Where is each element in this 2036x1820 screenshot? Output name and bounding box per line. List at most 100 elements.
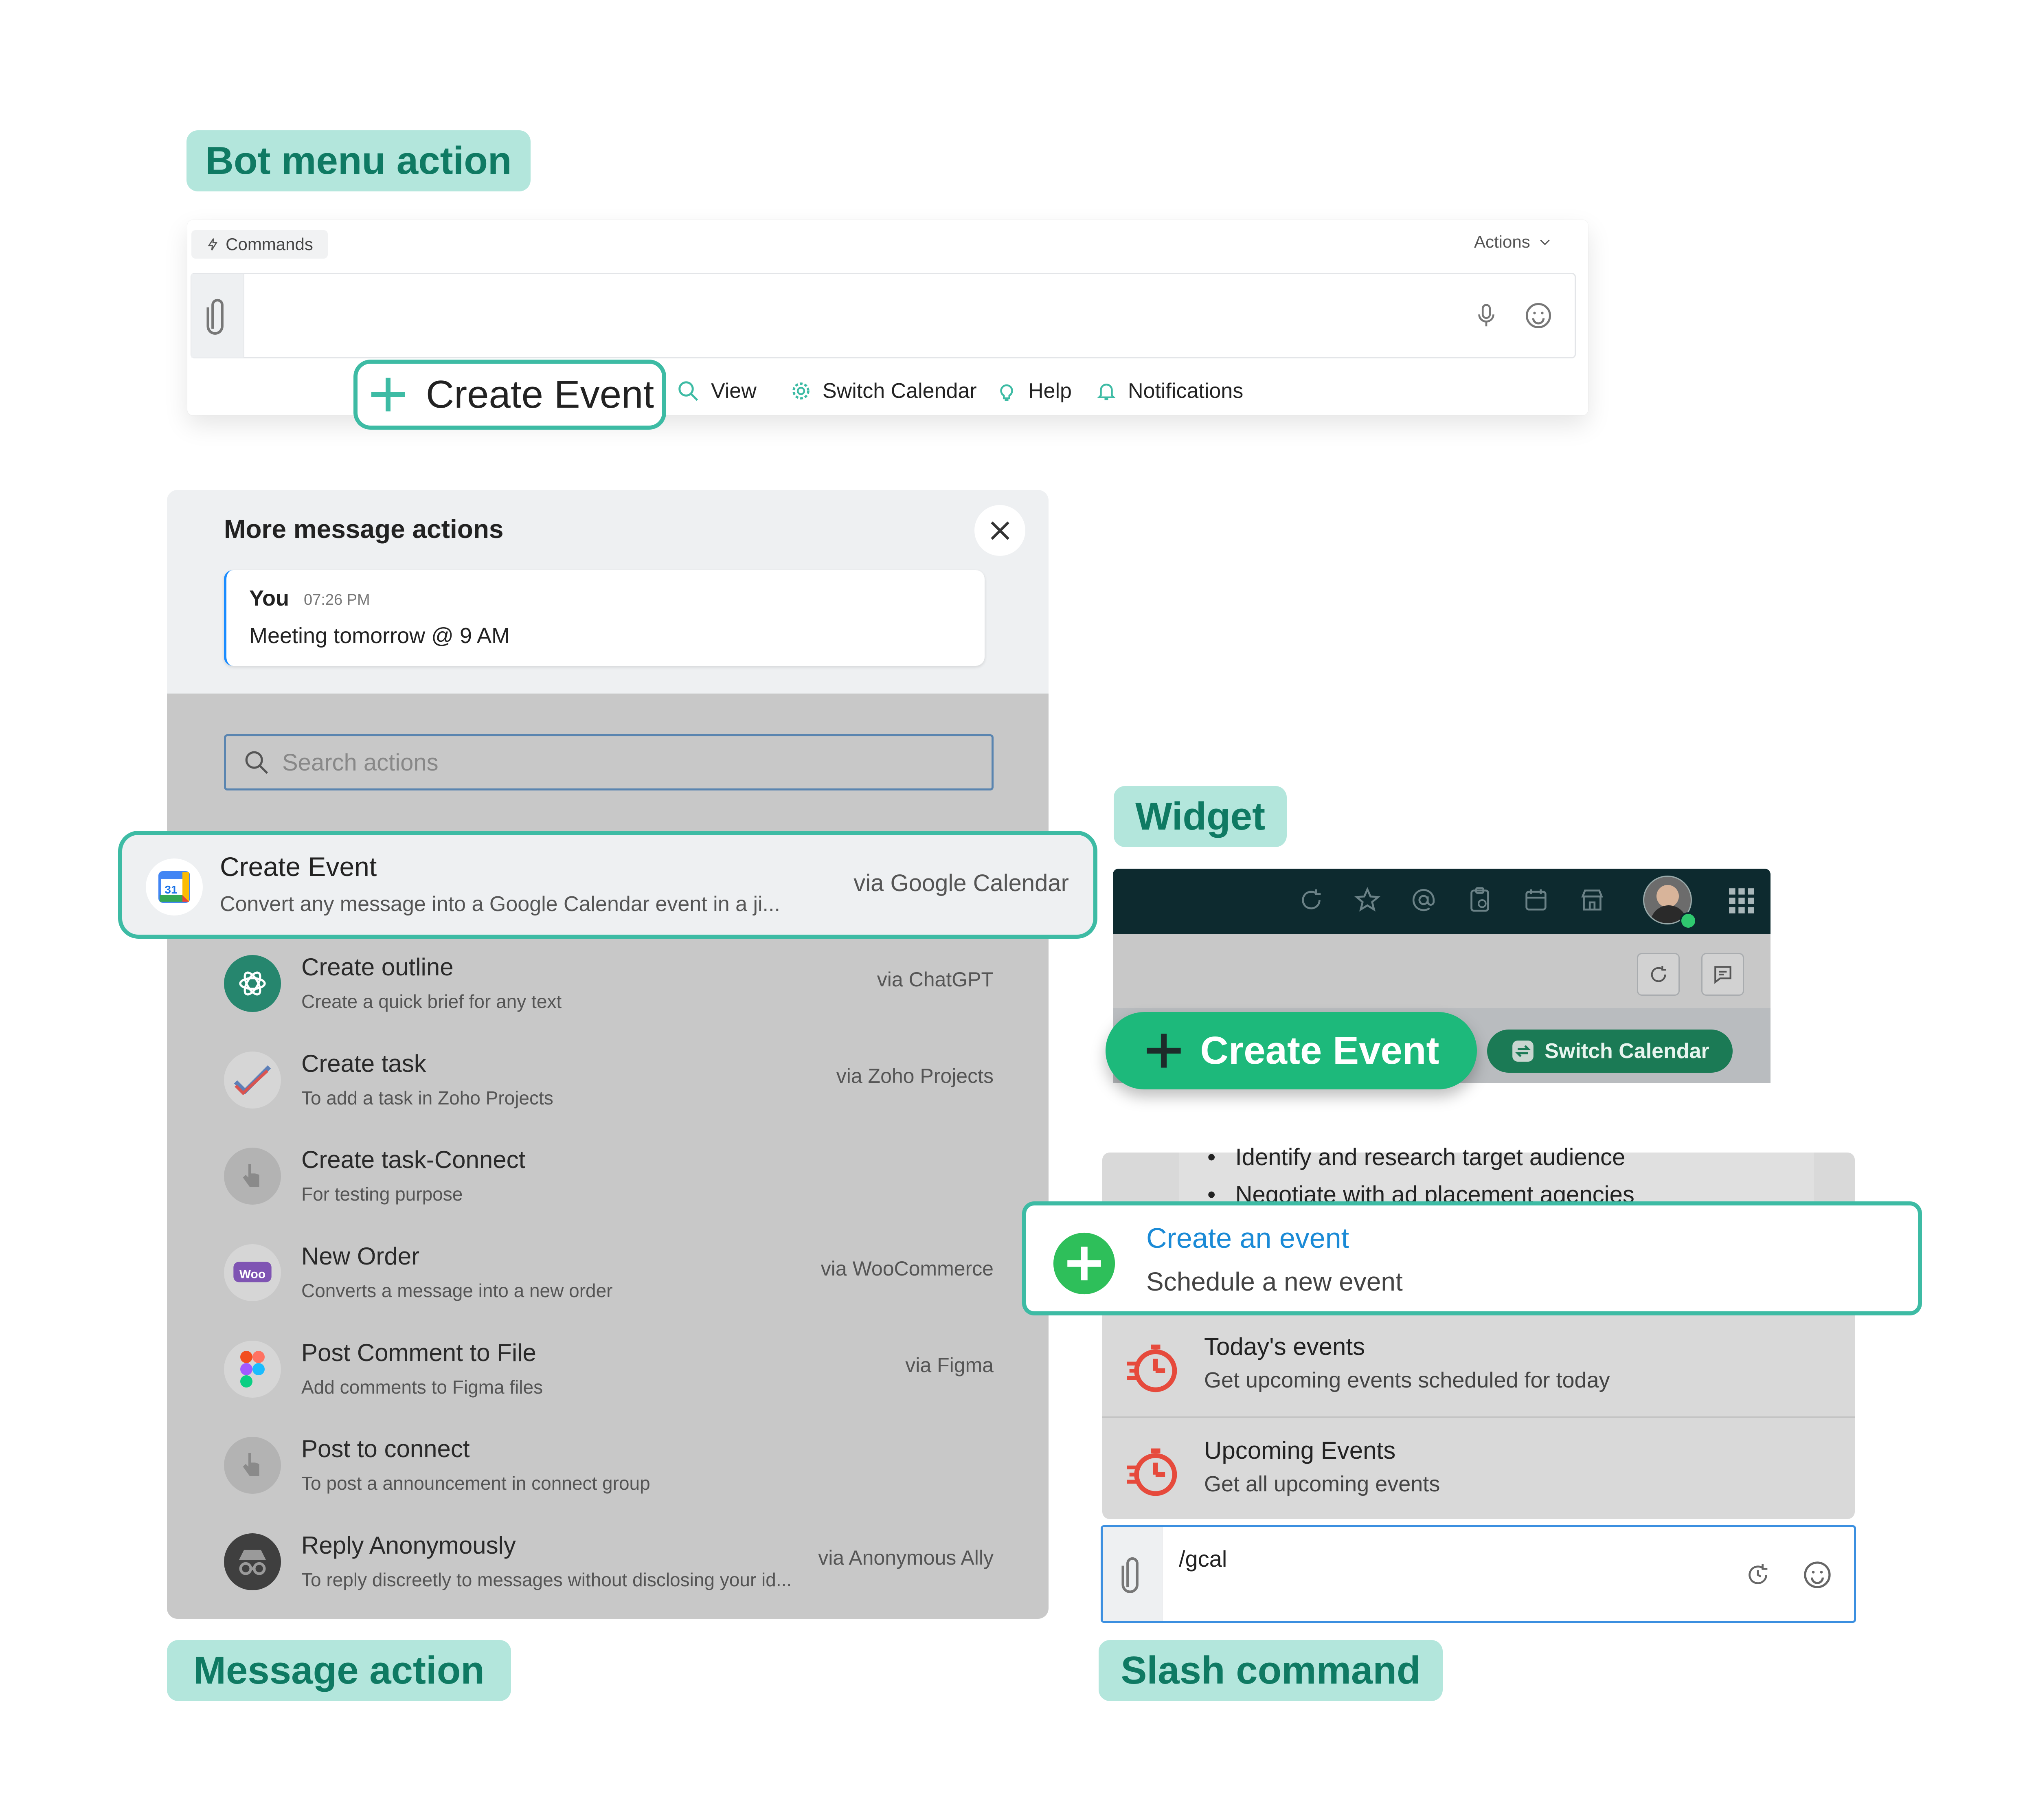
action-title: Post to connect (301, 1435, 470, 1462)
message-author: You (249, 586, 289, 610)
plus-circle-icon (1053, 1232, 1115, 1295)
action-row-new-order[interactable]: Woo New Order Converts a message into a … (224, 1234, 994, 1315)
svg-text:31: 31 (165, 883, 177, 896)
pointer-icon (224, 1437, 281, 1494)
action-subtitle: For testing purpose (301, 1183, 463, 1205)
attach-button[interactable] (191, 274, 244, 358)
action-row-reply-anonymously[interactable]: Reply Anonymously To reply discreetly to… (224, 1523, 994, 1605)
attach-button[interactable] (1103, 1527, 1163, 1621)
action-title: Post Comment to File (301, 1339, 536, 1366)
action-title: Create Event (220, 852, 377, 882)
message-time: 07:26 PM (304, 591, 370, 608)
action-row-create-event[interactable]: 31 Create Event Convert any message into… (118, 831, 1097, 939)
action-source: via Google Calendar (853, 870, 1069, 896)
microphone-icon[interactable] (1472, 301, 1501, 330)
slash-item-title: Today's events (1204, 1333, 1365, 1360)
slash-item-subtitle: Get upcoming events scheduled for today (1204, 1368, 1610, 1392)
history-icon[interactable] (1297, 886, 1325, 914)
svg-text:Woo: Woo (239, 1267, 265, 1281)
zoho-projects-icon (224, 1052, 281, 1109)
bot-menu-create-event-button[interactable]: Create Event (353, 360, 666, 430)
action-source: via Zoho Projects (836, 1065, 994, 1087)
message-action-label: Message action (167, 1640, 511, 1701)
woocommerce-icon: Woo (224, 1244, 281, 1301)
slash-item-subtitle: Get all upcoming events (1204, 1472, 1440, 1496)
search-icon (678, 381, 698, 401)
chat-icon (1714, 966, 1731, 984)
action-title: Create outline (301, 953, 454, 981)
clipboard-icon[interactable] (1466, 886, 1494, 914)
figma-icon (224, 1341, 281, 1398)
bot-menu-action-label: Bot menu action (186, 130, 531, 191)
slash-item-todays-events[interactable]: Today's events Get upcoming events sched… (1102, 1315, 1855, 1417)
context-bullet: • Identify and research target audience (1207, 1144, 1626, 1170)
action-subtitle: Converts a message into a new order (301, 1280, 613, 1301)
widget-create-event-button[interactable]: Create Event (1106, 1012, 1477, 1089)
switch-calendar-label: Switch Calendar (823, 379, 977, 403)
view-label: View (711, 379, 757, 403)
action-title: Reply Anonymously (301, 1532, 516, 1559)
store-icon[interactable] (1578, 886, 1606, 914)
bot-menu-notifications[interactable]: Notifications (1095, 375, 1243, 407)
action-row-create-task[interactable]: Create task To add a task in Zoho Projec… (224, 1041, 994, 1123)
google-calendar-icon: 31 (146, 858, 203, 915)
chat-button[interactable] (1701, 953, 1744, 996)
slash-item-subtitle: Schedule a new event (1146, 1267, 1403, 1296)
apps-grid-icon[interactable] (1727, 886, 1757, 916)
timer-icon (1127, 1448, 1177, 1496)
actions-label: Actions (1474, 232, 1530, 251)
close-button[interactable] (974, 505, 1025, 556)
search-placeholder: Search actions (282, 749, 439, 776)
online-status-dot (1680, 912, 1697, 929)
at-icon[interactable] (1409, 886, 1438, 914)
slash-item-upcoming-events[interactable]: Upcoming Events Get all upcoming events (1102, 1419, 1855, 1521)
emoji-icon[interactable] (1801, 1559, 1834, 1591)
calendar-icon[interactable] (1522, 886, 1550, 914)
plus-icon (371, 378, 405, 412)
history-icon[interactable] (1744, 1561, 1772, 1589)
search-icon (245, 751, 268, 774)
create-event-label: Create Event (426, 373, 654, 416)
divider (1102, 1416, 1855, 1418)
action-row-create-task-connect[interactable]: Create task-Connect For testing purpose (224, 1137, 994, 1219)
widget-label: Widget (1114, 786, 1287, 847)
pointer-icon (224, 1148, 281, 1205)
action-row-create-outline[interactable]: Create outline Create a quick brief for … (224, 945, 994, 1026)
action-row-post-comment-to-file[interactable]: Post Comment to File Add comments to Fig… (224, 1330, 994, 1412)
emoji-icon[interactable] (1523, 300, 1554, 331)
action-source: via ChatGPT (877, 968, 994, 991)
actions-dropdown[interactable]: Actions (1474, 232, 1552, 252)
widget-switch-label: Switch Calendar (1545, 1039, 1709, 1063)
search-actions-input[interactable]: Search actions (224, 734, 994, 790)
slash-item-title: Create an event (1146, 1222, 1349, 1254)
switch-icon (1512, 1041, 1534, 1062)
widget-switch-calendar-button[interactable]: Switch Calendar (1487, 1030, 1733, 1073)
action-subtitle: Create a quick brief for any text (301, 991, 562, 1012)
chatgpt-icon (224, 955, 281, 1012)
bot-menu-switch-calendar[interactable]: Switch Calendar (790, 375, 977, 407)
bot-menu-help[interactable]: Help (996, 375, 1072, 407)
action-subtitle: To post a announcement in connect group (301, 1473, 650, 1494)
commands-chip[interactable]: Commands (191, 230, 328, 259)
widget-create-label: Create Event (1200, 1029, 1439, 1072)
action-title: Create task-Connect (301, 1146, 526, 1173)
refresh-button[interactable] (1637, 953, 1680, 996)
bot-menu-view[interactable]: View (676, 375, 757, 407)
message-composer[interactable] (191, 273, 1576, 358)
action-subtitle: Add comments to Figma files (301, 1377, 543, 1398)
action-subtitle: To add a task in Zoho Projects (301, 1087, 553, 1109)
timer-icon (1127, 1344, 1177, 1392)
action-subtitle: Convert any message into a Google Calend… (220, 892, 780, 916)
bulb-icon (1000, 384, 1013, 401)
gear-icon (792, 382, 810, 400)
message-text: Meeting tomorrow @ 9 AM (249, 623, 510, 648)
action-source: via Anonymous Ally (818, 1546, 994, 1569)
incognito-icon (224, 1533, 281, 1590)
action-row-post-to-connect[interactable]: Post to connect To post a announcement i… (224, 1427, 994, 1508)
notifications-label: Notifications (1128, 379, 1244, 403)
commands-label: Commands (226, 235, 313, 254)
star-icon[interactable] (1353, 886, 1382, 914)
action-title: Create task (301, 1050, 426, 1077)
slash-command-input[interactable] (1101, 1525, 1856, 1623)
slash-item-create-event[interactable]: Create an event Schedule a new event (1022, 1201, 1922, 1315)
